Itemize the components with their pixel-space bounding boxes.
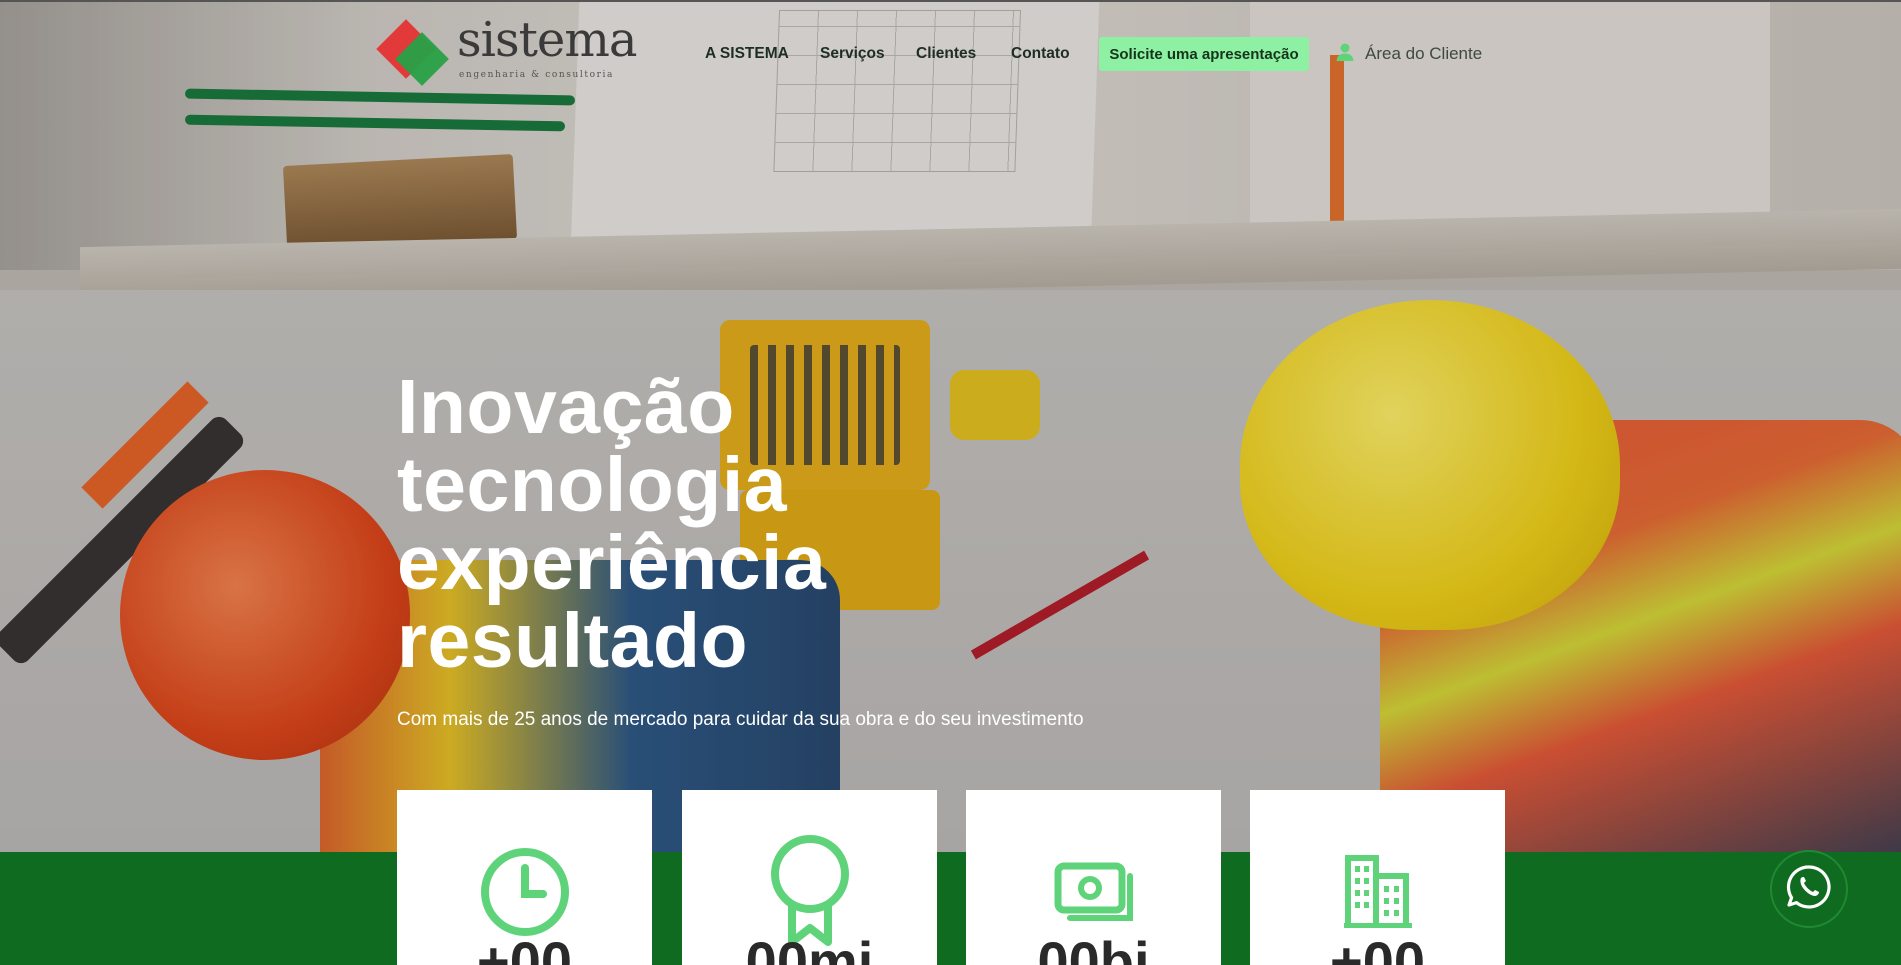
stat-card-award: 00mi (682, 790, 937, 965)
nav-item-a-sistema[interactable]: A SISTEMA (705, 45, 789, 63)
building-icon (1250, 852, 1505, 928)
headline-line-4: resultado (397, 598, 749, 684)
nav-item-contato[interactable]: Contato (1011, 45, 1070, 63)
stat-card-money: 00bi (966, 790, 1221, 965)
nav-item-clientes[interactable]: Clientes (916, 45, 976, 63)
headline-line-3: experiência (397, 520, 827, 606)
money-icon (966, 862, 1221, 924)
request-presentation-button[interactable]: Solicite uma apresentação (1099, 37, 1309, 71)
top-border (0, 0, 1901, 2)
main-nav: A SISTEMA Serviços Clientes Contato (0, 36, 1901, 72)
user-icon (1335, 42, 1355, 67)
stat-value: 00mi (745, 930, 874, 965)
client-area-label: Área do Cliente (1365, 44, 1483, 63)
stat-value: +00 (1330, 930, 1425, 965)
stat-value: 00bi (1037, 930, 1150, 965)
hero-subheading: Com mais de 25 anos de mercado para cuid… (397, 709, 1084, 730)
hero-headline: Inovação tecnologia experiência resultad… (397, 368, 1097, 680)
whatsapp-button[interactable] (1770, 850, 1848, 928)
stat-value: +00 (477, 930, 572, 965)
headline-line-2: tecnologia (397, 442, 788, 528)
stat-card-buildings: +00 (1250, 790, 1505, 965)
clock-icon (397, 846, 652, 938)
headline-line-1: Inovação (397, 364, 735, 450)
client-area-link[interactable]: Área do Cliente (1335, 40, 1482, 68)
nav-item-servicos[interactable]: Serviços (820, 45, 885, 63)
stat-card-years: +00 (397, 790, 652, 965)
whatsapp-icon (1786, 864, 1832, 915)
